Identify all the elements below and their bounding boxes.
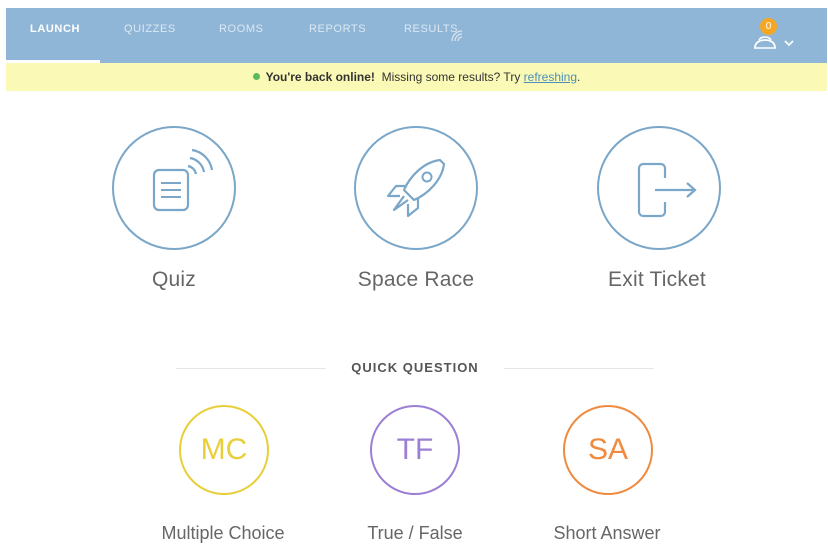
refresh-link[interactable]: refreshing — [524, 70, 577, 84]
divider-right — [504, 368, 654, 369]
launch-exit-ticket-button[interactable] — [597, 126, 721, 250]
short-answer-label: Short Answer — [553, 523, 661, 543]
divider-left — [176, 368, 326, 369]
quick-question-title: QUICK QUESTION — [351, 360, 479, 375]
nav-tab-launch[interactable]: LAUNCH — [30, 0, 80, 55]
multiple-choice-label: Multiple Choice — [161, 523, 285, 543]
nav-tab-results[interactable]: RESULTS — [404, 0, 458, 55]
short-answer-abbr: SA — [587, 433, 629, 466]
true-false-abbr: TF — [396, 433, 434, 466]
banner-message: Missing some results? Try — [381, 70, 521, 84]
online-status-banner: You're back online! Missing some results… — [6, 63, 827, 91]
launch-space-race-button[interactable] — [354, 126, 478, 250]
quiz-icon — [152, 148, 214, 212]
multiple-choice-button[interactable]: MC — [179, 405, 269, 495]
nav-tab-quizzes[interactable]: QUIZZES — [124, 0, 176, 55]
live-results-icon — [451, 30, 463, 42]
rocket-icon — [386, 158, 446, 218]
true-false-label: True / False — [367, 523, 463, 543]
short-answer-button[interactable]: SA — [563, 405, 653, 495]
launch-space-race-label: Space Race — [357, 268, 475, 291]
online-status-text: You're back online! — [265, 70, 375, 84]
launch-exit-ticket-label: Exit Ticket — [608, 268, 706, 291]
nav-tab-rooms[interactable]: ROOMS — [219, 0, 264, 55]
user-menu[interactable]: 0 — [752, 18, 802, 54]
chevron-down-icon — [784, 40, 794, 47]
true-false-button[interactable]: TF — [370, 405, 460, 495]
avatar-icon — [754, 36, 776, 49]
launch-quiz-label: Quiz — [152, 268, 196, 291]
nav-tab-reports[interactable]: REPORTS — [309, 0, 366, 55]
online-status-dot — [252, 73, 260, 81]
launch-quiz-button[interactable] — [112, 126, 236, 250]
exit-icon — [637, 162, 697, 218]
multiple-choice-abbr: MC — [200, 433, 248, 466]
